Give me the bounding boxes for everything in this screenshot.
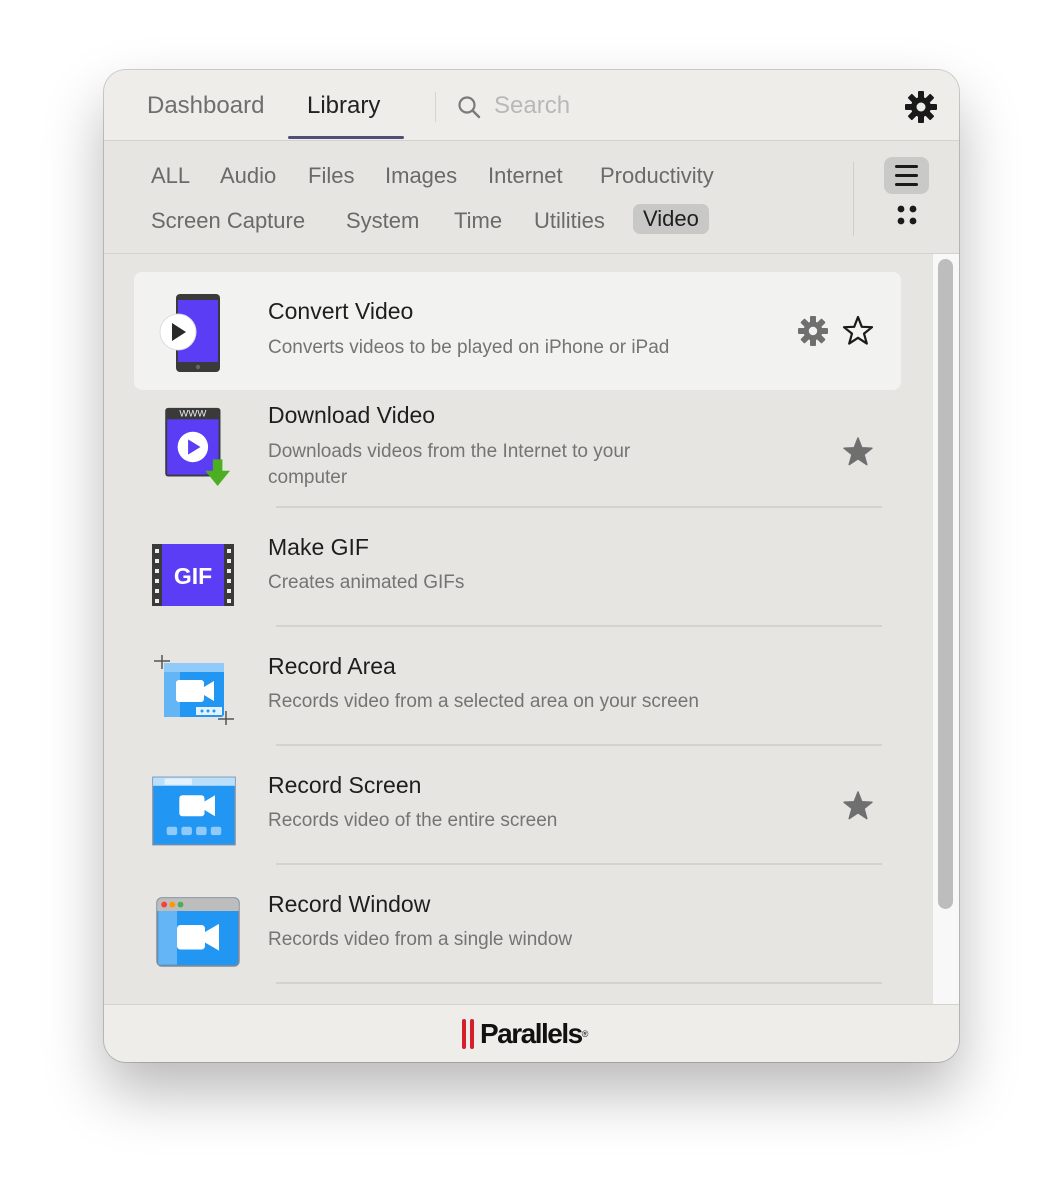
parallels-logo: Parallels ® bbox=[462, 1017, 588, 1051]
category-system[interactable]: System bbox=[336, 206, 429, 236]
tool-title: Make GIF bbox=[268, 534, 369, 560]
brand-name: Parallels bbox=[480, 1018, 583, 1049]
tool-title: Record Window bbox=[268, 891, 431, 917]
record-area-icon bbox=[154, 655, 234, 725]
category-screen-capture[interactable]: Screen Capture bbox=[141, 206, 315, 236]
record-window-icon bbox=[156, 897, 240, 967]
tab-dashboard[interactable]: Dashboard bbox=[147, 92, 264, 120]
tool-description: Converts videos to be played on iPhone o… bbox=[268, 337, 670, 358]
star-filled-icon[interactable] bbox=[842, 436, 874, 468]
tab-library[interactable]: Library bbox=[307, 92, 380, 120]
category-audio[interactable]: Audio bbox=[210, 161, 286, 191]
tool-description: Downloads videos from the Internet to yo… bbox=[268, 441, 631, 488]
gear-icon[interactable] bbox=[904, 90, 938, 124]
category-all[interactable]: ALL bbox=[141, 161, 200, 191]
category-video[interactable]: Video bbox=[633, 204, 709, 234]
search-input[interactable] bbox=[492, 88, 796, 124]
divider bbox=[276, 506, 882, 508]
category-filter-bar: ALL Audio Files Images Internet Producti… bbox=[104, 141, 959, 254]
category-utilities[interactable]: Utilities bbox=[524, 206, 615, 236]
tool-title: Record Area bbox=[268, 653, 396, 679]
tool-description: Records video of the entire screen bbox=[268, 810, 558, 831]
divider bbox=[276, 982, 882, 984]
divider bbox=[276, 744, 882, 746]
scrollbar-thumb[interactable] bbox=[938, 259, 953, 909]
list-view-button[interactable] bbox=[884, 157, 929, 194]
gif-film-icon: GIF bbox=[152, 544, 234, 606]
category-productivity[interactable]: Productivity bbox=[590, 161, 724, 191]
grid-icon bbox=[897, 205, 917, 225]
list-item[interactable]: Convert Video Converts videos to be play… bbox=[134, 272, 901, 390]
top-bar: Dashboard Library bbox=[104, 70, 959, 141]
app-window: Dashboard Library ALL Aud bbox=[104, 70, 959, 1062]
download-video-icon: WWW bbox=[165, 407, 230, 486]
parallels-bars-icon bbox=[462, 1019, 474, 1049]
registered-mark: ® bbox=[581, 1029, 589, 1039]
category-internet[interactable]: Internet bbox=[478, 161, 573, 191]
divider bbox=[276, 863, 882, 865]
tool-description: Records video from a single window bbox=[268, 929, 573, 950]
star-outline-icon[interactable] bbox=[842, 315, 874, 347]
grid-view-button[interactable] bbox=[890, 200, 924, 234]
list-item[interactable]: Record Area Records video from a selecte… bbox=[134, 628, 901, 746]
svg-text:WWW: WWW bbox=[179, 408, 206, 419]
gif-label: GIF bbox=[174, 563, 212, 589]
tool-list: Convert Video Converts videos to be play… bbox=[104, 254, 932, 1004]
phone-play-icon bbox=[159, 294, 220, 372]
settings-gear-icon[interactable] bbox=[797, 315, 829, 347]
list-item[interactable]: Record Window Records video from a singl… bbox=[134, 866, 901, 984]
category-files[interactable]: Files bbox=[298, 161, 364, 191]
tool-title: Record Screen bbox=[268, 772, 422, 798]
tool-description: Records video from a selected area on yo… bbox=[268, 691, 699, 712]
list-item[interactable]: WWW Download Video Downloads videos from… bbox=[134, 392, 901, 510]
tool-title: Download Video bbox=[268, 402, 436, 428]
active-tab-indicator bbox=[288, 136, 404, 139]
category-time[interactable]: Time bbox=[444, 206, 512, 236]
tool-title: Convert Video bbox=[268, 298, 414, 324]
divider bbox=[853, 162, 854, 236]
list-item[interactable]: GIF Make GIF Creates animated GIFs bbox=[134, 509, 901, 627]
star-filled-icon[interactable] bbox=[842, 790, 874, 822]
divider bbox=[276, 625, 882, 627]
category-images[interactable]: Images bbox=[375, 161, 467, 191]
record-screen-icon bbox=[152, 776, 236, 846]
tool-description: Creates animated GIFs bbox=[268, 572, 465, 593]
list-item[interactable]: Record Screen Records video of the entir… bbox=[134, 747, 901, 865]
list-icon bbox=[895, 165, 918, 186]
search-icon bbox=[458, 96, 481, 119]
footer: Parallels ® bbox=[104, 1004, 959, 1062]
divider bbox=[435, 92, 436, 122]
